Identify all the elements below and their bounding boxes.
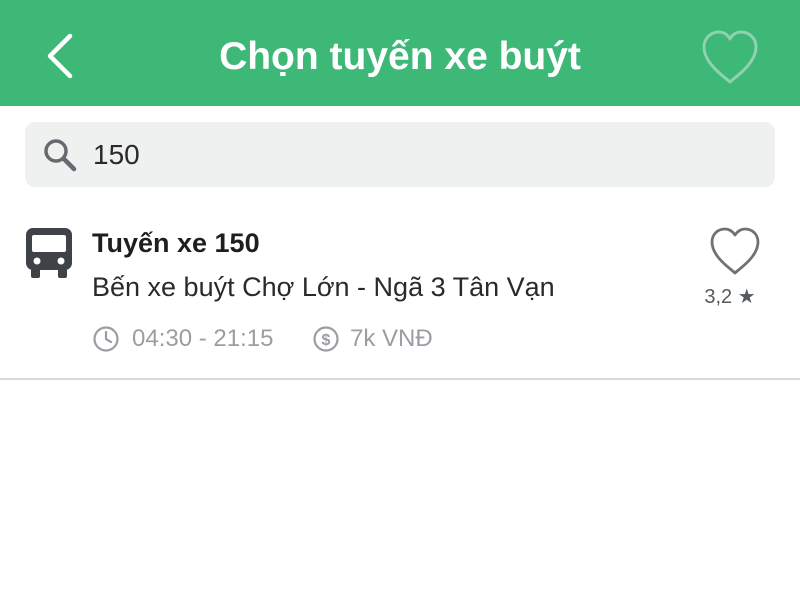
heart-outline-icon [702, 30, 758, 84]
header-bar: Chọn tuyến xe buýt [0, 0, 800, 106]
svg-text:$: $ [322, 332, 331, 349]
search-bar[interactable] [25, 122, 775, 187]
route-rating: 3,2 ★ [704, 286, 756, 308]
page-title: Chọn tuyến xe buýt [219, 35, 581, 78]
route-list-item[interactable]: Tuyến xe 150 Bến xe buýt Chợ Lớn - Ngã 3… [0, 200, 800, 378]
route-hours: 04:30 - 21:15 [132, 325, 274, 352]
list-divider [0, 378, 800, 380]
heart-outline-icon [710, 227, 760, 275]
favorite-header-button[interactable] [696, 26, 764, 90]
route-name: Tuyến xe 150 [92, 228, 260, 258]
clock-icon [93, 326, 119, 352]
route-stops: Bến xe buýt Chợ Lớn - Ngã 3 Tân Vạn [92, 272, 555, 302]
search-input[interactable] [93, 122, 753, 187]
bus-icon [26, 228, 72, 278]
dollar-icon: $ [313, 326, 339, 352]
route-fare: 7k VNĐ [350, 325, 433, 352]
chevron-left-icon [47, 33, 73, 79]
route-favorite-button[interactable] [706, 224, 764, 280]
search-icon [44, 139, 77, 172]
back-button[interactable] [34, 28, 90, 84]
